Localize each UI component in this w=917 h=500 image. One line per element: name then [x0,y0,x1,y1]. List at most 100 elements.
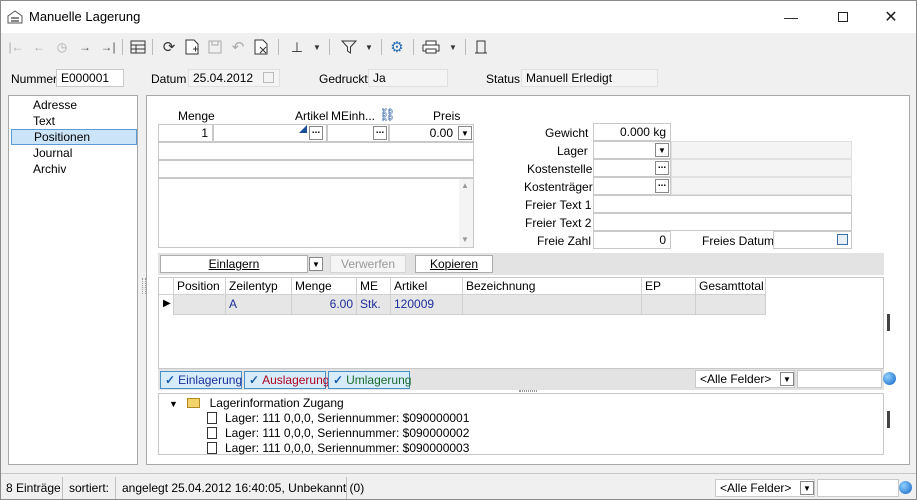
calendar-icon[interactable] [263,72,274,83]
delete-document-button[interactable] [251,37,271,57]
gewicht-field[interactable]: 0.000 kg [593,123,671,141]
gedruckt-field: Ja [368,69,448,87]
status-field-selector-dropdown[interactable]: ▼ [800,481,814,495]
previous-record-button[interactable]: ← [29,37,49,57]
exit-button[interactable] [471,37,491,57]
lager-dropdown[interactable]: ▼ [655,143,669,157]
settings-button[interactable]: ⚙ [387,37,407,57]
tree-root-node[interactable]: ▼ Lagerinformation Zugang [169,396,344,411]
freier-text1-field[interactable] [593,195,852,213]
meinh-lookup-button[interactable]: ... [373,126,387,140]
globe-search-icon[interactable] [899,481,912,494]
status-field: Manuell Erledigt [521,69,658,87]
pin-button[interactable]: ⊥ [287,37,307,57]
title-bar: Manuelle Lagerung — ✕ [1,1,916,33]
globe-search-icon[interactable] [883,372,896,385]
description-line-1[interactable] [158,142,474,160]
history-button[interactable]: ◷ [52,37,72,57]
print-button[interactable] [421,37,441,57]
tree-child-node[interactable]: Lager: 111 0,0,0, Seriennummer: $0900000… [207,411,469,426]
print-dropdown[interactable]: ▼ [447,37,459,57]
einlagerung-filter-toggle[interactable]: ✓ Einlagerung [160,371,242,389]
column-header-me[interactable]: ME [357,278,391,295]
minimize-button[interactable]: — [781,7,801,27]
close-button[interactable]: ✕ [881,7,901,27]
filter-button[interactable] [339,37,359,57]
notes-scrollbar[interactable]: ▲ ▼ [459,179,473,247]
filter-dropdown[interactable]: ▼ [363,37,375,57]
kopieren-button[interactable]: Kopieren [415,255,493,273]
freie-zahl-field[interactable]: 0 [593,231,671,249]
auslagerung-filter-toggle[interactable]: ✓ Auslagerung [244,371,329,389]
einlagern-dropdown[interactable]: ▼ [309,257,323,271]
row-selector[interactable]: ▶ [159,295,174,315]
column-header-artikel[interactable]: Artikel [391,278,463,295]
last-record-button[interactable]: →| [98,37,118,57]
splitter-handle[interactable] [142,278,146,294]
column-header-menge[interactable]: Menge [292,278,357,295]
column-header-zeilentyp[interactable]: Zeilentyp [226,278,292,295]
column-header-gesamttotal[interactable]: Gesamttotal [696,278,766,295]
cell-artikel[interactable]: 120009 [391,295,463,315]
nav-item-positionen[interactable]: Positionen [11,129,137,145]
grid-field-selector-dropdown[interactable]: ▼ [780,372,794,386]
history-icon: ◷ [56,40,68,54]
einlagern-button[interactable]: Einlagern [160,255,308,273]
status-sorted: sortiert: [64,477,116,499]
cell-gesamttotal[interactable] [696,295,766,315]
cell-position[interactable] [174,295,226,315]
toolbar-separator [381,39,382,55]
maximize-button[interactable] [833,7,853,27]
corner-marker-icon [299,125,307,133]
undo-button[interactable]: ↶ [228,37,248,57]
tree-scrollbar-thumb[interactable] [887,411,890,428]
kostenstelle-lookup-button[interactable]: ... [655,161,669,175]
save-button[interactable] [205,37,225,57]
nav-item-journal[interactable]: Journal [11,146,137,162]
freier-text2-field[interactable] [593,213,852,231]
nav-item-archiv[interactable]: Archiv [11,162,137,178]
cell-me[interactable]: Stk. [357,295,391,315]
new-document-button[interactable] [182,37,202,57]
cell-menge[interactable]: 6.00 [292,295,357,315]
grid-search-input[interactable] [797,370,882,388]
next-record-button[interactable]: → [75,37,95,57]
filter-icon [341,40,357,54]
preis-dropdown[interactable]: ▼ [458,126,472,140]
datum-label: Datum [151,72,187,86]
window-title: Manuelle Lagerung [29,9,141,24]
nav-item-adresse[interactable]: Adresse [11,98,137,114]
ellipsis-icon: ... [657,178,667,189]
nummer-field[interactable]: E000001 [56,69,124,87]
column-header-position[interactable]: Position [174,278,226,295]
tree-child-node[interactable]: Lager: 111 0,0,0, Seriennummer: $0900000… [207,426,469,441]
kostentraeger-label: Kostenträger [524,180,593,194]
notes-textarea[interactable] [158,178,474,248]
kostenstelle-label: Kostenstelle [527,162,593,176]
cell-bezeichnung[interactable] [463,295,642,315]
first-record-button[interactable]: |← [6,37,26,57]
datum-value: 25.04.2012 [193,71,254,85]
calendar-icon[interactable] [837,234,848,245]
description-line-2[interactable] [158,160,474,178]
nav-item-text[interactable]: Text [11,114,137,130]
umlagerung-filter-toggle[interactable]: ✓ Umlagerung [328,371,411,389]
kostentraeger-lookup-button[interactable]: ... [655,179,669,193]
tree-child-node[interactable]: Lager: 111 0,0,0, Seriennummer: $0900000… [207,441,469,456]
freier-text1-label: Freier Text 1 [525,198,592,212]
splitter-handle[interactable] [519,390,537,392]
status-search-input[interactable] [817,479,899,497]
cell-zeilentyp[interactable]: A [226,295,292,315]
cell-ep[interactable] [642,295,696,315]
menge-input[interactable]: 1 [158,124,213,142]
verwerfen-button[interactable]: Verwerfen [330,255,406,273]
column-header-bezeichnung[interactable]: Bezeichnung [463,278,642,295]
pin-dropdown[interactable]: ▼ [311,37,323,57]
column-header-ep[interactable]: EP [642,278,696,295]
artikel-lookup-button[interactable]: ... [309,126,323,140]
refresh-button[interactable]: ⟳ [159,37,179,57]
grid-scrollbar-thumb[interactable] [887,314,890,331]
chevron-down-icon: ▼ [658,145,666,155]
table-view-button[interactable] [128,37,148,57]
close-icon: ✕ [884,9,898,26]
